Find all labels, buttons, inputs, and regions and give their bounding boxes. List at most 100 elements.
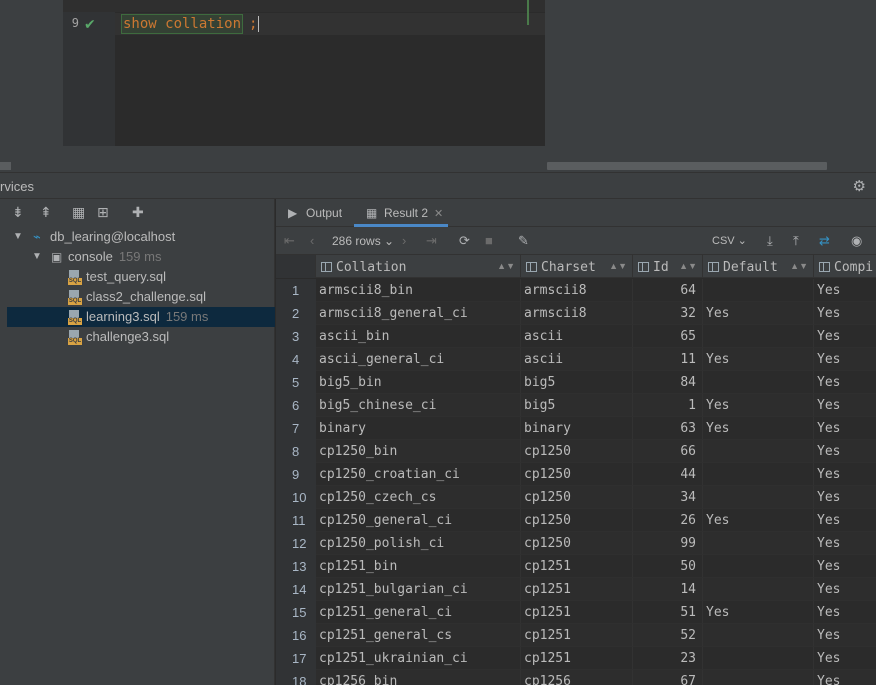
export-format-select[interactable]: CSV ⌄ — [712, 234, 747, 247]
collation-cell[interactable]: cp1250_croatian_ci — [316, 463, 521, 486]
previous-page-icon[interactable]: ‹ — [310, 233, 314, 248]
collation-cell[interactable]: cp1251_general_ci — [316, 601, 521, 624]
charset-cell[interactable]: cp1250 — [521, 440, 633, 463]
add-icon[interactable]: ✚ — [132, 204, 144, 221]
compiled-cell[interactable]: Yes — [814, 509, 876, 532]
charset-cell[interactable]: cp1251 — [521, 647, 633, 670]
code-line[interactable]: show collation; — [121, 14, 260, 34]
default-cell[interactable] — [703, 325, 814, 348]
collation-cell[interactable]: big5_bin — [316, 371, 521, 394]
collation-cell[interactable]: cp1251_ukrainian_ci — [316, 647, 521, 670]
id-cell[interactable]: 51 — [633, 601, 703, 624]
compare-icon[interactable]: ⇄ — [819, 233, 830, 249]
charset-cell[interactable]: big5 — [521, 394, 633, 417]
compiled-cell[interactable]: Yes — [814, 532, 876, 555]
collation-cell[interactable]: ascii_bin — [316, 325, 521, 348]
column-header[interactable]: Compi — [814, 255, 876, 278]
collation-cell[interactable]: cp1250_polish_ci — [316, 532, 521, 555]
compiled-cell[interactable]: Yes — [814, 463, 876, 486]
collation-cell[interactable]: binary — [316, 417, 521, 440]
charset-cell[interactable]: ascii — [521, 325, 633, 348]
horizontal-scrollbar[interactable] — [547, 162, 827, 170]
table-row[interactable]: 17 cp1251_ukrainian_ci cp1251 23 Yes — [276, 647, 876, 670]
collation-cell[interactable]: big5_chinese_ci — [316, 394, 521, 417]
collapse-all-icon[interactable]: ⇞ — [40, 204, 52, 221]
id-cell[interactable]: 26 — [633, 509, 703, 532]
chevron-down-icon[interactable]: ▼ — [32, 247, 42, 267]
eye-icon[interactable]: ◉ — [851, 233, 862, 249]
collation-cell[interactable]: cp1251_bin — [316, 555, 521, 578]
charset-cell[interactable]: cp1251 — [521, 601, 633, 624]
tree-item-console[interactable]: ▼ ▣ console 159 ms — [7, 247, 275, 267]
filter-icon[interactable]: ⊞ — [97, 204, 109, 221]
collation-cell[interactable]: cp1250_general_ci — [316, 509, 521, 532]
default-cell[interactable]: Yes — [703, 509, 814, 532]
collation-cell[interactable]: cp1250_bin — [316, 440, 521, 463]
collation-cell[interactable]: cp1256_bin — [316, 670, 521, 685]
sort-icon[interactable]: ▲▼ — [679, 255, 697, 278]
default-cell[interactable] — [703, 279, 814, 302]
id-cell[interactable]: 64 — [633, 279, 703, 302]
pin-icon[interactable]: ✎ — [518, 233, 529, 249]
sort-icon[interactable]: ▲▼ — [609, 255, 627, 278]
table-row[interactable]: 7 binary binary 63 Yes Yes — [276, 417, 876, 440]
default-cell[interactable] — [703, 440, 814, 463]
horizontal-scrollbar-left[interactable] — [0, 162, 11, 170]
default-cell[interactable] — [703, 486, 814, 509]
charset-cell[interactable]: cp1251 — [521, 555, 633, 578]
collation-cell[interactable]: ascii_general_ci — [316, 348, 521, 371]
compiled-cell[interactable]: Yes — [814, 325, 876, 348]
id-cell[interactable]: 65 — [633, 325, 703, 348]
column-header[interactable]: Default ▲▼ — [703, 255, 814, 278]
charset-cell[interactable]: cp1250 — [521, 509, 633, 532]
table-row[interactable]: 9 cp1250_croatian_ci cp1250 44 Yes — [276, 463, 876, 486]
table-row[interactable]: 11 cp1250_general_ci cp1250 26 Yes Yes — [276, 509, 876, 532]
table-row[interactable]: 1 armscii8_bin armscii8 64 Yes — [276, 279, 876, 302]
default-cell[interactable] — [703, 670, 814, 685]
id-cell[interactable]: 34 — [633, 486, 703, 509]
charset-cell[interactable]: cp1250 — [521, 463, 633, 486]
collation-cell[interactable]: cp1250_czech_cs — [316, 486, 521, 509]
compiled-cell[interactable]: Yes — [814, 647, 876, 670]
next-page-icon[interactable]: › — [402, 233, 406, 248]
default-cell[interactable] — [703, 647, 814, 670]
tab-output[interactable]: ▶ Output — [276, 199, 354, 227]
id-cell[interactable]: 67 — [633, 670, 703, 685]
id-cell[interactable]: 50 — [633, 555, 703, 578]
column-header[interactable]: Id ▲▼ — [633, 255, 703, 278]
collation-cell[interactable]: cp1251_general_cs — [316, 624, 521, 647]
compiled-cell[interactable]: Yes — [814, 670, 876, 685]
table-row[interactable]: 6 big5_chinese_ci big5 1 Yes Yes — [276, 394, 876, 417]
charset-cell[interactable]: binary — [521, 417, 633, 440]
charset-cell[interactable]: cp1251 — [521, 624, 633, 647]
default-cell[interactable] — [703, 532, 814, 555]
id-cell[interactable]: 1 — [633, 394, 703, 417]
id-cell[interactable]: 63 — [633, 417, 703, 440]
default-cell[interactable]: Yes — [703, 394, 814, 417]
stop-icon[interactable]: ■ — [485, 233, 493, 248]
compiled-cell[interactable]: Yes — [814, 486, 876, 509]
download-icon[interactable]: ⤓ — [767, 233, 773, 249]
tab-result[interactable]: ▦ Result 2 ✕ — [354, 199, 448, 227]
id-cell[interactable]: 11 — [633, 348, 703, 371]
tree-item-file[interactable]: SQL class2_challenge.sql — [7, 287, 275, 307]
table-row[interactable]: 15 cp1251_general_ci cp1251 51 Yes Yes — [276, 601, 876, 624]
table-row[interactable]: 3 ascii_bin ascii 65 Yes — [276, 325, 876, 348]
table-row[interactable]: 12 cp1250_polish_ci cp1250 99 Yes — [276, 532, 876, 555]
default-cell[interactable] — [703, 624, 814, 647]
id-cell[interactable]: 66 — [633, 440, 703, 463]
compiled-cell[interactable]: Yes — [814, 555, 876, 578]
tree-item-file-selected[interactable]: SQL learning3.sql 159 ms — [7, 307, 275, 327]
table-row[interactable]: 4 ascii_general_ci ascii 11 Yes Yes — [276, 348, 876, 371]
table-row[interactable]: 13 cp1251_bin cp1251 50 Yes — [276, 555, 876, 578]
table-row[interactable]: 5 big5_bin big5 84 Yes — [276, 371, 876, 394]
table-row[interactable]: 16 cp1251_general_cs cp1251 52 Yes — [276, 624, 876, 647]
charset-cell[interactable]: armscii8 — [521, 302, 633, 325]
default-cell[interactable]: Yes — [703, 601, 814, 624]
id-cell[interactable]: 99 — [633, 532, 703, 555]
compiled-cell[interactable]: Yes — [814, 302, 876, 325]
compiled-cell[interactable]: Yes — [814, 578, 876, 601]
refresh-icon[interactable]: ⟳ — [459, 233, 470, 249]
collation-cell[interactable]: cp1251_bulgarian_ci — [316, 578, 521, 601]
group-by-icon[interactable]: ▦ — [72, 204, 85, 221]
